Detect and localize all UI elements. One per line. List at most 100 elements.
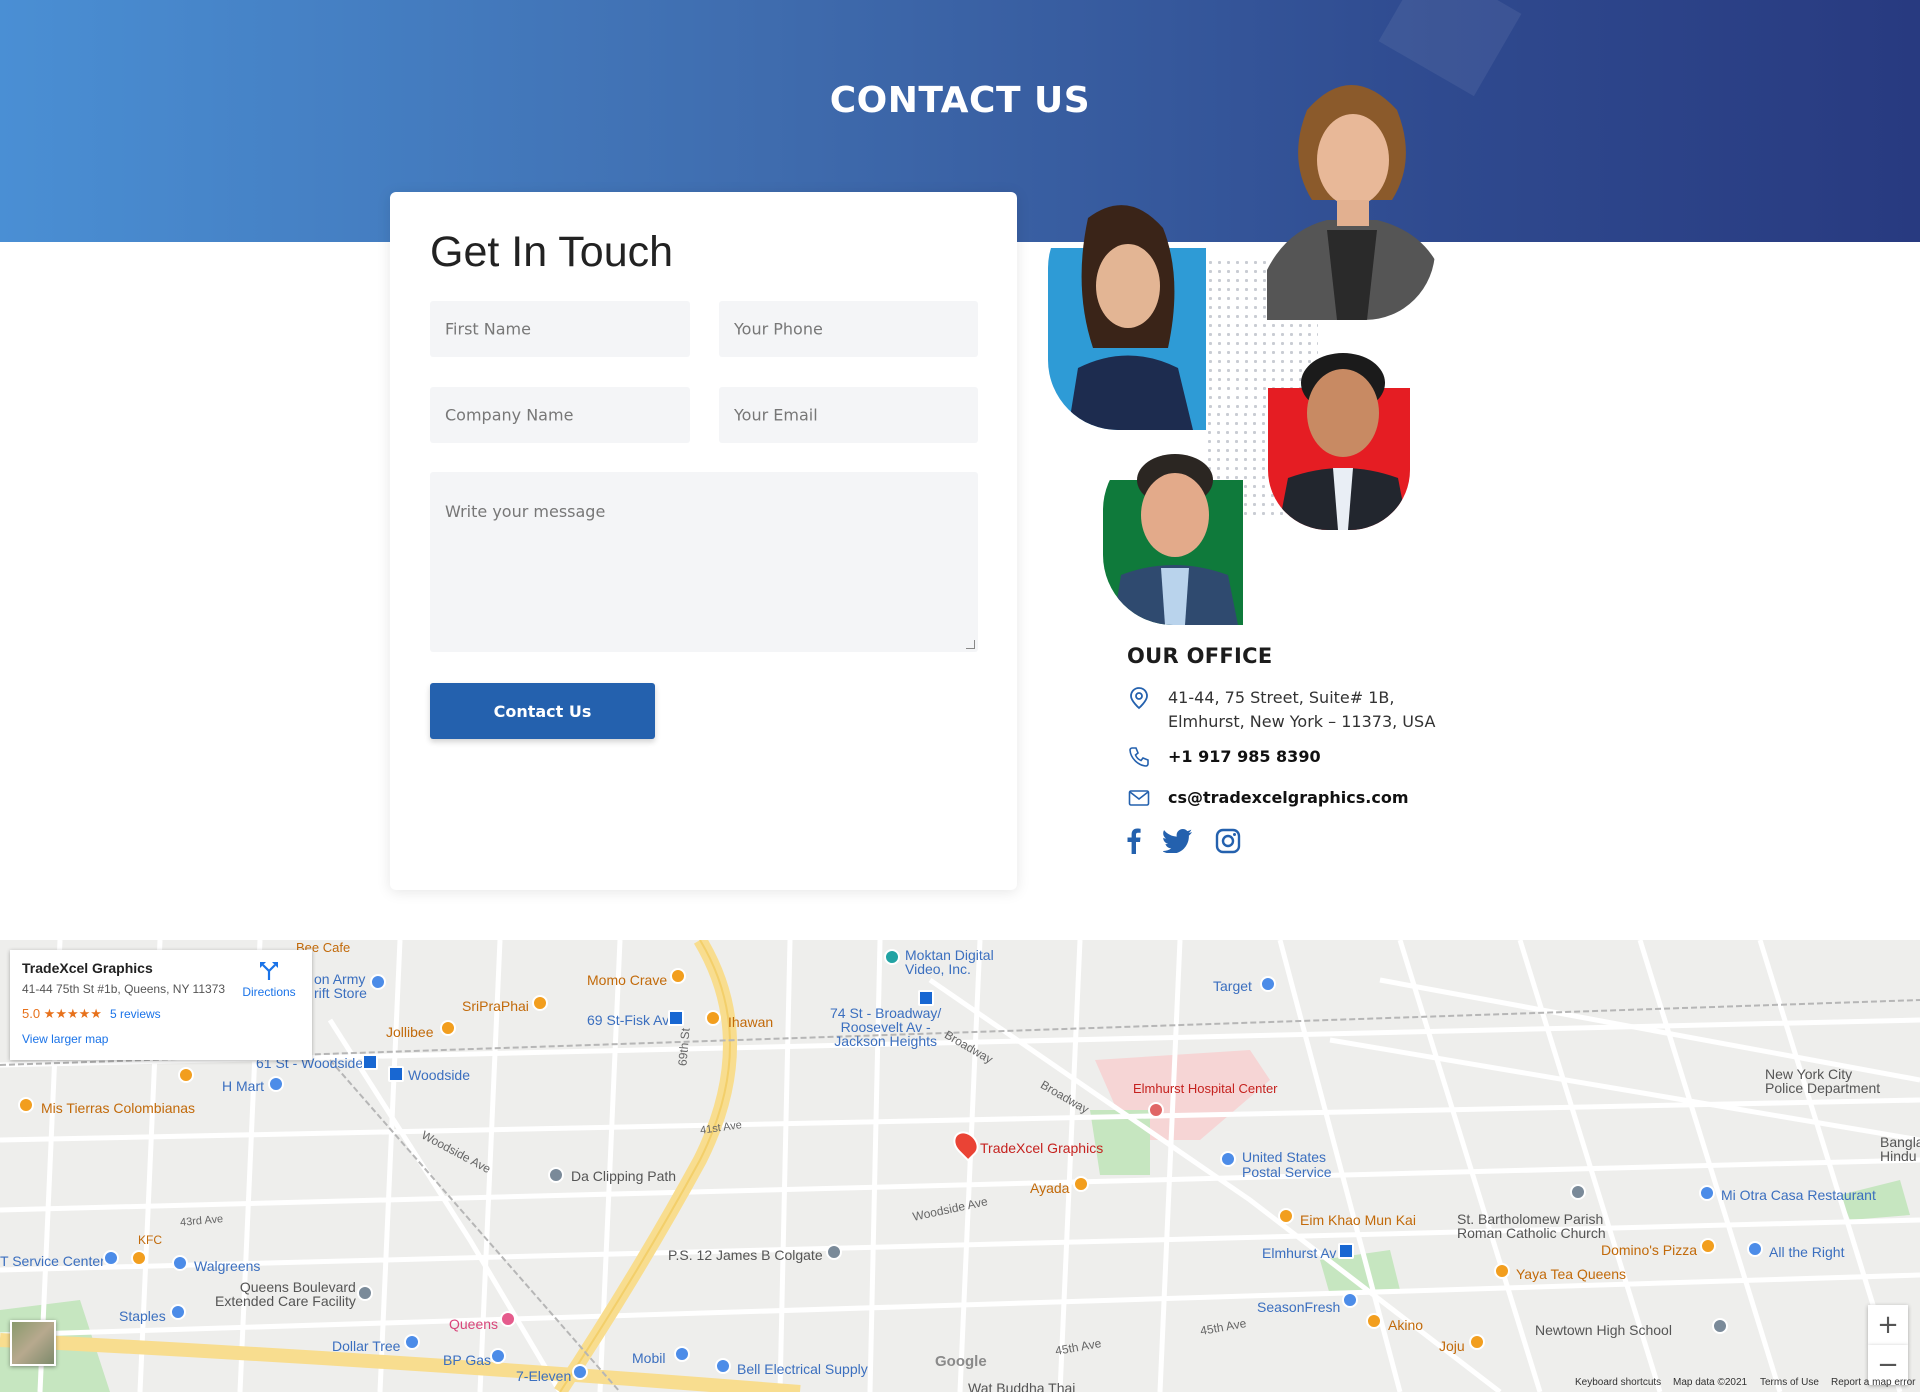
first-name-input[interactable]: First Name bbox=[430, 301, 690, 357]
map-label-ps12[interactable]: P.S. 12 James B Colgate bbox=[668, 1247, 823, 1263]
map-label-usps[interactable]: United States Postal Service bbox=[1242, 1150, 1331, 1180]
map-label-sriprapai[interactable]: SriPraPhai bbox=[462, 998, 529, 1014]
map-label-elmhurst-av[interactable]: Elmhurst Av bbox=[1262, 1245, 1336, 1261]
office-address: 41-44, 75 Street, Suite# 1B, Elmhurst, N… bbox=[1168, 686, 1435, 734]
map-label-walgreens[interactable]: Walgreens bbox=[194, 1258, 260, 1274]
map-label-hmart[interactable]: H Mart bbox=[222, 1078, 264, 1094]
reviews-link[interactable]: 5 reviews bbox=[110, 1007, 161, 1021]
instagram-icon[interactable] bbox=[1215, 828, 1241, 858]
map-label-queens[interactable]: Queens bbox=[449, 1316, 498, 1332]
restaurant-icon bbox=[18, 1097, 34, 1113]
map-label-dollar-tree[interactable]: Dollar Tree bbox=[332, 1338, 400, 1354]
office-email[interactable]: cs@tradexcelgraphics.com bbox=[1168, 786, 1409, 810]
map-label-hospital[interactable]: Elmhurst Hospital Center bbox=[1133, 1081, 1278, 1096]
map-label-mi-otra[interactable]: Mi Otra Casa Restaurant bbox=[1721, 1187, 1876, 1203]
shopping-icon bbox=[170, 1304, 186, 1320]
map-label-seasonfresh[interactable]: SeasonFresh bbox=[1257, 1299, 1340, 1315]
map-label-st-bart[interactable]: St. Bartholomew Parish Roman Catholic Ch… bbox=[1457, 1212, 1606, 1240]
map-label-mis-tierras[interactable]: Mis Tierras Colombianas bbox=[41, 1100, 195, 1116]
shopping-icon bbox=[103, 1250, 119, 1266]
map-label-army[interactable]: on Army rift Store bbox=[314, 972, 367, 1000]
map-label-target[interactable]: TradeXcel Graphics bbox=[980, 1140, 1103, 1156]
zoom-in-button[interactable]: + bbox=[1868, 1305, 1908, 1345]
map-data-text: Map data ©2021 bbox=[1673, 1377, 1748, 1388]
map-label-staples[interactable]: Staples bbox=[119, 1308, 166, 1324]
health-icon bbox=[357, 1285, 373, 1301]
map-label-momo[interactable]: Momo Crave bbox=[587, 972, 667, 988]
map-label-all-right[interactable]: All the Right bbox=[1769, 1244, 1844, 1260]
map-label-queens-blvd[interactable]: Queens Boulevard Extended Care Facility bbox=[215, 1280, 356, 1308]
restaurant-icon bbox=[1469, 1334, 1485, 1350]
shopping-icon bbox=[370, 974, 386, 990]
map-label-kfc[interactable]: KFC bbox=[138, 1233, 162, 1247]
terms-link[interactable]: Terms of Use bbox=[1760, 1377, 1819, 1388]
subway-icon bbox=[362, 1054, 378, 1070]
shopping-icon bbox=[572, 1364, 588, 1380]
keyboard-shortcuts-link[interactable]: Keyboard shortcuts bbox=[1575, 1377, 1661, 1388]
twitter-icon[interactable] bbox=[1162, 829, 1193, 857]
map-label-ayada[interactable]: Ayada bbox=[1030, 1180, 1069, 1196]
contact-us-button[interactable]: Contact Us bbox=[430, 683, 655, 739]
office-phone-row: +1 917 985 8390 bbox=[1127, 745, 1321, 769]
restaurant-icon bbox=[670, 968, 686, 984]
map-label-dominos[interactable]: Domino's Pizza bbox=[1601, 1242, 1697, 1258]
map-label-da-clipping[interactable]: Da Clipping Path bbox=[571, 1168, 676, 1184]
map-label-target-store[interactable]: Target bbox=[1213, 978, 1252, 994]
restaurant-icon bbox=[1700, 1238, 1716, 1254]
team-photo-3 bbox=[1268, 338, 1410, 530]
phone-input[interactable]: Your Phone bbox=[719, 301, 978, 357]
map-label-74st[interactable]: 74 St - Broadway/ Roosevelt Av - Jackson… bbox=[830, 1006, 941, 1048]
message-textarea[interactable]: Write your message bbox=[430, 472, 978, 652]
gas-icon bbox=[674, 1346, 690, 1362]
office-email-row: cs@tradexcelgraphics.com bbox=[1127, 786, 1409, 810]
shopping-icon bbox=[404, 1334, 420, 1350]
shopping-icon bbox=[1747, 1241, 1763, 1257]
map-label-bangla[interactable]: Bangla Hindu M bbox=[1880, 1135, 1920, 1163]
restaurant-icon bbox=[1073, 1176, 1089, 1192]
map-label-moktan[interactable]: Moktan Digital Video, Inc. bbox=[905, 948, 994, 976]
email-placeholder: Your Email bbox=[734, 405, 818, 425]
social-links bbox=[1127, 828, 1241, 858]
map-label-ihawan[interactable]: Ihawan bbox=[728, 1014, 773, 1030]
google-map[interactable]: TradeXcel Graphics Elmhurst Hospital Cen… bbox=[0, 940, 1920, 1392]
facebook-icon[interactable] bbox=[1127, 828, 1141, 858]
map-label-bp-gas[interactable]: BP Gas bbox=[443, 1352, 491, 1368]
map-label-t-service[interactable]: T Service Center bbox=[0, 1253, 105, 1269]
hospital-icon bbox=[1148, 1102, 1164, 1118]
school-icon bbox=[826, 1244, 842, 1260]
restaurant-icon bbox=[1699, 1185, 1715, 1201]
map-label-eim-khao[interactable]: Eim Khao Mun Kai bbox=[1300, 1212, 1416, 1228]
map-label-wat[interactable]: Wat Buddha Thai bbox=[968, 1380, 1075, 1392]
map-label-jollibee[interactable]: Jollibee bbox=[386, 1024, 433, 1040]
map-label-bell[interactable]: Bell Electrical Supply bbox=[737, 1361, 868, 1377]
restaurant-icon bbox=[131, 1250, 147, 1266]
pharmacy-icon bbox=[172, 1255, 188, 1271]
map-label-akino[interactable]: Akino bbox=[1388, 1317, 1423, 1333]
contact-form-card: Get In Touch First Name Your Phone Compa… bbox=[390, 192, 1017, 890]
map-label-nypd[interactable]: New York City Police Department bbox=[1765, 1067, 1880, 1095]
address-line-1: 41-44, 75 Street, Suite# 1B, bbox=[1168, 688, 1395, 707]
email-input[interactable]: Your Email bbox=[719, 387, 978, 443]
directions-button[interactable]: Directions bbox=[238, 960, 300, 999]
map-label-yaya[interactable]: Yaya Tea Queens bbox=[1516, 1266, 1626, 1282]
company-name-input[interactable]: Company Name bbox=[430, 387, 690, 443]
map-info-box: TradeXcel Graphics 41-44 75th St #1b, Qu… bbox=[10, 950, 312, 1060]
shop-icon bbox=[884, 949, 900, 965]
satellite-toggle[interactable] bbox=[10, 1320, 56, 1366]
address-line-2: Elmhurst, New York – 11373, USA bbox=[1168, 712, 1436, 731]
map-label-69st[interactable]: 69 St-Fisk Av bbox=[587, 1012, 669, 1028]
school-icon bbox=[1712, 1318, 1728, 1334]
restaurant-icon bbox=[178, 1067, 194, 1083]
map-label-woodside[interactable]: Woodside bbox=[408, 1067, 470, 1083]
subway-icon bbox=[1338, 1243, 1354, 1259]
map-label-7eleven[interactable]: 7-Eleven bbox=[516, 1368, 571, 1384]
report-error-link[interactable]: Report a map error bbox=[1831, 1377, 1915, 1388]
place-rating: 5.0 ★★★★★ bbox=[22, 1006, 102, 1021]
resize-handle-icon[interactable] bbox=[966, 640, 975, 649]
map-label-joju[interactable]: Joju bbox=[1439, 1338, 1465, 1354]
shopping-icon bbox=[500, 1311, 516, 1327]
view-larger-map-link[interactable]: View larger map bbox=[22, 1032, 108, 1046]
map-label-mobil[interactable]: Mobil bbox=[632, 1350, 665, 1366]
office-phone[interactable]: +1 917 985 8390 bbox=[1168, 745, 1321, 769]
map-label-newtown[interactable]: Newtown High School bbox=[1535, 1322, 1672, 1338]
